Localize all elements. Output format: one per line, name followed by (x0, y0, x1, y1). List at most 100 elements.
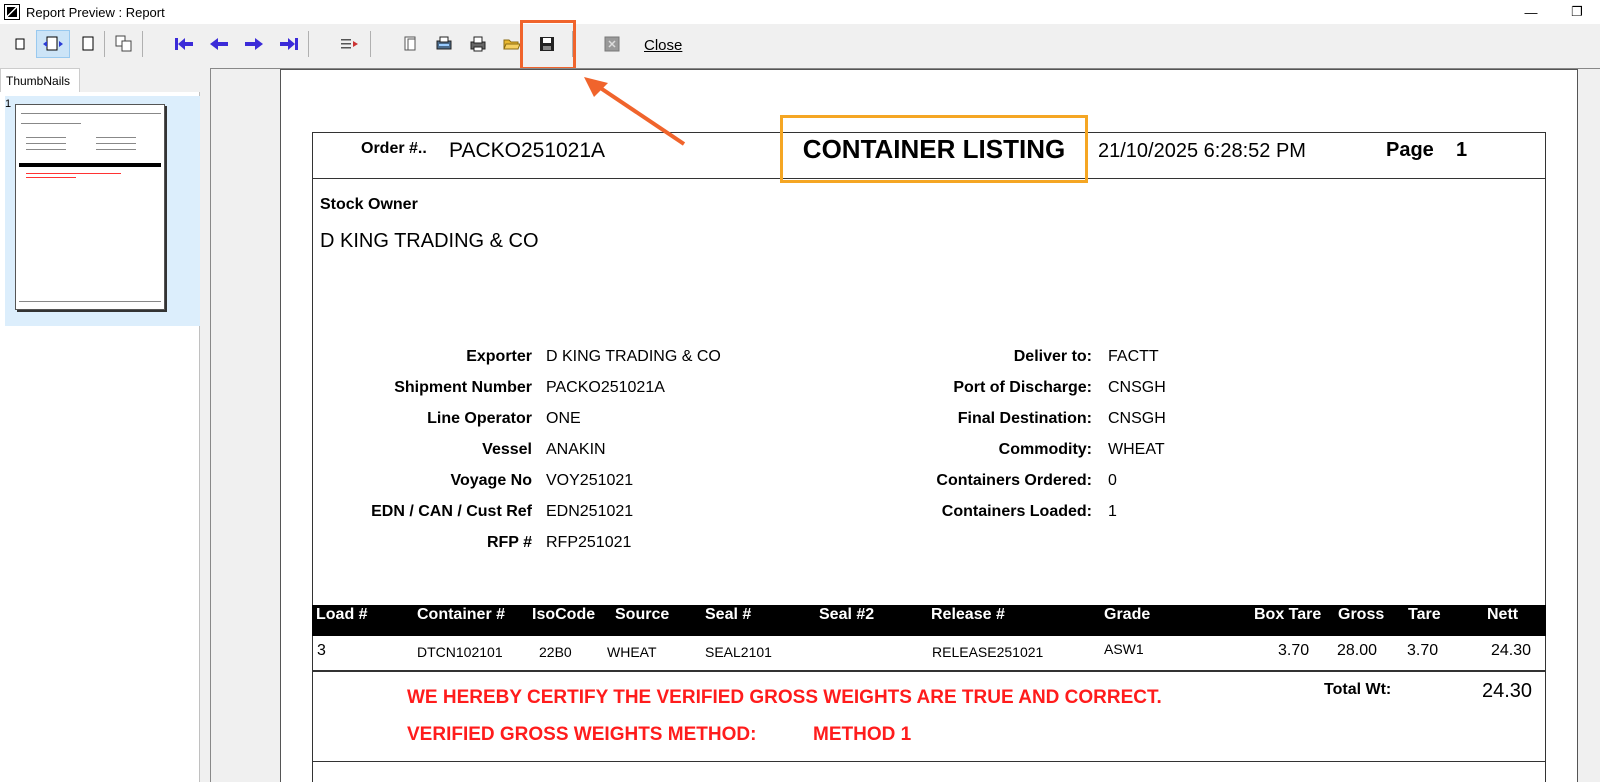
thumbnail-page-number: 1 (5, 98, 12, 110)
cell-gross: 28.00 (1337, 642, 1378, 659)
previous-page-button[interactable] (205, 30, 233, 58)
vessel-label: Vessel (482, 441, 532, 458)
cell-isocode: 22B0 (539, 644, 572, 660)
exporter-value: D KING TRADING & CO (546, 348, 721, 365)
cell-box-tare: 3.70 (1278, 642, 1310, 659)
printer-setup-icon (436, 36, 452, 50)
thumbnails-panel: 1 (0, 92, 200, 782)
exporter-label: Exporter (466, 348, 532, 365)
multi-page-icon (115, 35, 132, 52)
printer-icon (470, 36, 486, 52)
vessel-value: ANAKIN (546, 441, 606, 458)
print-setup-button[interactable] (430, 30, 458, 58)
deliver-to-label: Deliver to: (1013, 348, 1092, 365)
cell-grade: ASW1 (1104, 641, 1144, 657)
final-destination-label: Final Destination: (957, 410, 1092, 427)
col-container: Container # (417, 606, 506, 623)
edn-label: EDN / CAN / Cust Ref (371, 503, 532, 520)
final-destination-value: CNSGH (1108, 410, 1166, 427)
total-wt-value: 24.30 (1482, 680, 1533, 702)
containers-ordered-label: Containers Ordered: (936, 472, 1092, 489)
page-label: Page (1386, 139, 1434, 161)
arrow-left-icon (210, 38, 228, 50)
col-seal: Seal # (705, 606, 752, 623)
window-controls: — ❐ (1508, 0, 1600, 24)
page-outline-icon (82, 36, 94, 51)
cell-load: 3 (317, 642, 326, 659)
disabled-close-icon (604, 36, 620, 52)
shipment-number-value: PACKO251021A (546, 379, 665, 396)
port-of-discharge-value: CNSGH (1108, 379, 1166, 396)
minimize-button[interactable]: — (1508, 0, 1554, 24)
arrow-right-icon (245, 38, 263, 50)
fit-page-button[interactable] (74, 30, 102, 58)
port-of-discharge-label: Port of Discharge: (953, 379, 1092, 396)
thumbnail-page-1[interactable] (15, 104, 165, 310)
col-release: Release # (931, 606, 1005, 623)
save-highlight-box (520, 20, 576, 70)
cell-container: DTCN102101 (417, 644, 503, 660)
deliver-to-value: FACTT (1108, 348, 1159, 365)
commodity-label: Commodity: (998, 441, 1092, 458)
col-grade: Grade (1104, 606, 1151, 623)
last-page-icon (280, 38, 298, 50)
col-tare: Tare (1408, 606, 1441, 623)
col-nett: Nett (1487, 606, 1519, 623)
restore-button[interactable]: ❐ (1554, 0, 1600, 24)
total-wt-label: Total Wt: (1324, 681, 1392, 698)
title-bar: Report Preview : Report — ❐ (0, 0, 1600, 24)
app-icon (4, 4, 20, 20)
exit-preview-button[interactable] (598, 30, 626, 58)
col-load: Load # (316, 606, 368, 623)
col-isocode: IsoCode (532, 606, 596, 623)
report-datetime: 21/10/2025 6:28:52 PM (1098, 140, 1306, 162)
col-gross: Gross (1338, 606, 1385, 623)
annotation-arrow-icon (584, 77, 686, 146)
close-button[interactable]: Close (644, 37, 682, 54)
next-page-button[interactable] (240, 30, 268, 58)
vgm-method-value: METHOD 1 (813, 724, 912, 745)
page-value: 1 (1456, 139, 1468, 161)
row-divider (312, 670, 1546, 672)
cell-source: WHEAT (607, 644, 657, 660)
voyage-no-label: Voyage No (450, 472, 533, 489)
page-setup-button[interactable] (396, 30, 424, 58)
cell-release: RELEASE251021 (932, 644, 1044, 660)
first-page-icon (175, 38, 193, 50)
folder-open-icon (503, 39, 521, 50)
first-page-button[interactable] (170, 30, 198, 58)
window-title: Report Preview : Report (26, 4, 165, 20)
single-page-view-button[interactable] (6, 30, 34, 58)
cell-nett: 24.30 (1491, 642, 1532, 659)
fit-width-icon (43, 36, 63, 51)
certification-statement: WE HEREBY CERTIFY THE VERIFIED GROSS WEI… (407, 687, 1162, 708)
col-box-tare: Box Tare (1254, 606, 1322, 623)
fit-width-button[interactable] (36, 30, 70, 58)
multi-page-button[interactable] (110, 30, 138, 58)
footer-divider (312, 761, 1546, 762)
document-icon (404, 36, 416, 51)
goto-page-button[interactable] (336, 30, 364, 58)
last-page-button[interactable] (275, 30, 303, 58)
rfp-label: RFP # (486, 534, 532, 551)
shipment-number-label: Shipment Number (394, 379, 532, 396)
cell-tare: 3.70 (1407, 642, 1439, 659)
col-seal2: Seal #2 (819, 606, 875, 623)
toolbar: Close (0, 24, 1600, 68)
rfp-value: RFP251021 (546, 534, 632, 551)
stock-owner-label: Stock Owner (320, 196, 418, 213)
vgm-method-label: VERIFIED GROSS WEIGHTS METHOD: (407, 724, 757, 745)
line-operator-label: Line Operator (427, 410, 532, 427)
line-operator-value: ONE (546, 410, 581, 427)
report-title: CONTAINER LISTING (780, 115, 1088, 183)
print-button[interactable] (464, 30, 492, 58)
containers-ordered-value: 0 (1108, 472, 1117, 489)
list-arrow-icon (341, 39, 358, 49)
containers-loaded-value: 1 (1108, 503, 1117, 520)
stock-owner-value: D KING TRADING & CO (320, 230, 539, 252)
voyage-no-value: VOY251021 (546, 472, 634, 489)
thumbnails-tab[interactable]: ThumbNails (0, 68, 80, 92)
page-icon (15, 38, 25, 50)
containers-loaded-label: Containers Loaded: (941, 503, 1092, 520)
commodity-value: WHEAT (1108, 441, 1165, 458)
